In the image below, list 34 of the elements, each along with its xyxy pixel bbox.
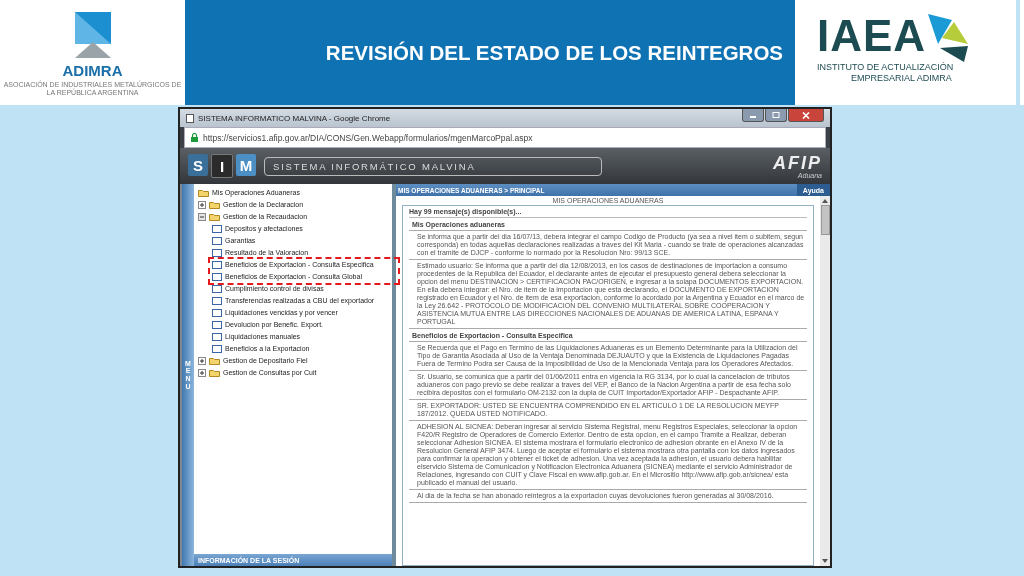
logo-letter: M — [236, 154, 256, 176]
url-text: https://servicios1.afip.gov.ar/DIA/CONS/Gen.Webapp/formularios/mgenMarcoPpal.aspx — [203, 132, 533, 143]
expand-icon[interactable] — [198, 201, 206, 209]
app-name: SISTEMA INFORMÁTICO MALVINA — [264, 156, 602, 176]
address-bar[interactable]: https://servicios1.afip.gov.ar/DIA/CONS/Gen.Webapp/formularios/mgenMarcoPpal.aspx — [184, 127, 826, 148]
close-icon — [802, 111, 810, 119]
folder-icon — [209, 369, 220, 377]
triangles-logo-icon — [928, 14, 969, 62]
maximize-button[interactable] — [765, 109, 787, 122]
logo-wordmark: ADIMRA — [62, 62, 123, 79]
scroll-up-icon[interactable] — [822, 199, 828, 203]
collapse-icon[interactable] — [198, 213, 206, 221]
page-icon — [186, 113, 194, 123]
maximize-icon — [772, 112, 780, 118]
scrollbar[interactable] — [820, 196, 830, 566]
lock-icon — [191, 133, 198, 142]
logo-letter: I — [211, 154, 233, 178]
expand-icon[interactable] — [198, 357, 206, 365]
agency-logo: AFIP — [773, 153, 822, 172]
scroll-thumb[interactable] — [820, 205, 830, 235]
scroll-down-icon[interactable] — [822, 559, 828, 563]
logo-subtitle: EMPRESARIAL ADIMRA — [850, 73, 953, 84]
minimize-button[interactable] — [742, 109, 764, 122]
expand-icon[interactable] — [198, 369, 206, 377]
close-button[interactable] — [788, 109, 824, 122]
logo-subtitle: INSTITUTO DE ACTUALIZACIÓN — [817, 62, 955, 73]
folder-icon — [209, 213, 220, 221]
logo-wordmark: IAEA — [817, 14, 927, 58]
slide-title: REVISIÓN DEL ESTADO DE LOS REINTEGROS — [325, 40, 783, 65]
folder-icon — [209, 201, 220, 209]
window-title: SISTEMA INFORMATICO MALVINA - Google Chrome — [198, 113, 392, 123]
folder-icon — [198, 189, 209, 197]
folder-icon — [209, 357, 220, 365]
logo-letter: S — [188, 154, 208, 176]
